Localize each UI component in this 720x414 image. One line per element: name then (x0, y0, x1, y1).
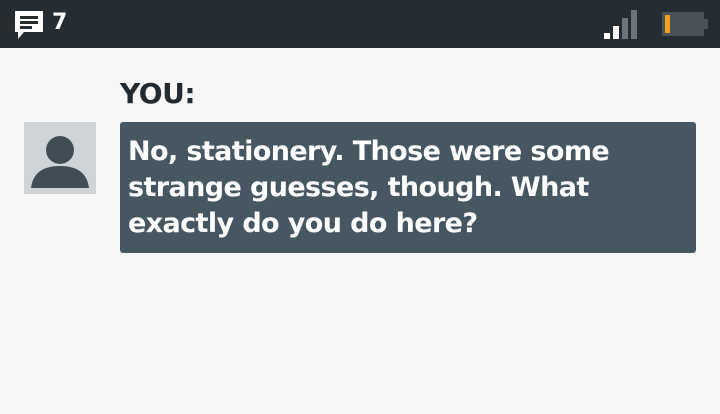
message-bubble: No, stationery. Those were some strange … (120, 122, 696, 253)
avatar (24, 122, 96, 194)
status-bar: 7 (0, 0, 720, 48)
message-text: No, stationery. Those were some strange … (128, 136, 610, 239)
notification-count: 7 (52, 10, 68, 35)
person-silhouette-icon (31, 136, 89, 188)
chat-bubble-icon[interactable] (12, 8, 46, 42)
battery-low-icon (662, 12, 708, 36)
sender-label: YOU: (120, 77, 196, 110)
signal-strength-icon (602, 9, 640, 41)
